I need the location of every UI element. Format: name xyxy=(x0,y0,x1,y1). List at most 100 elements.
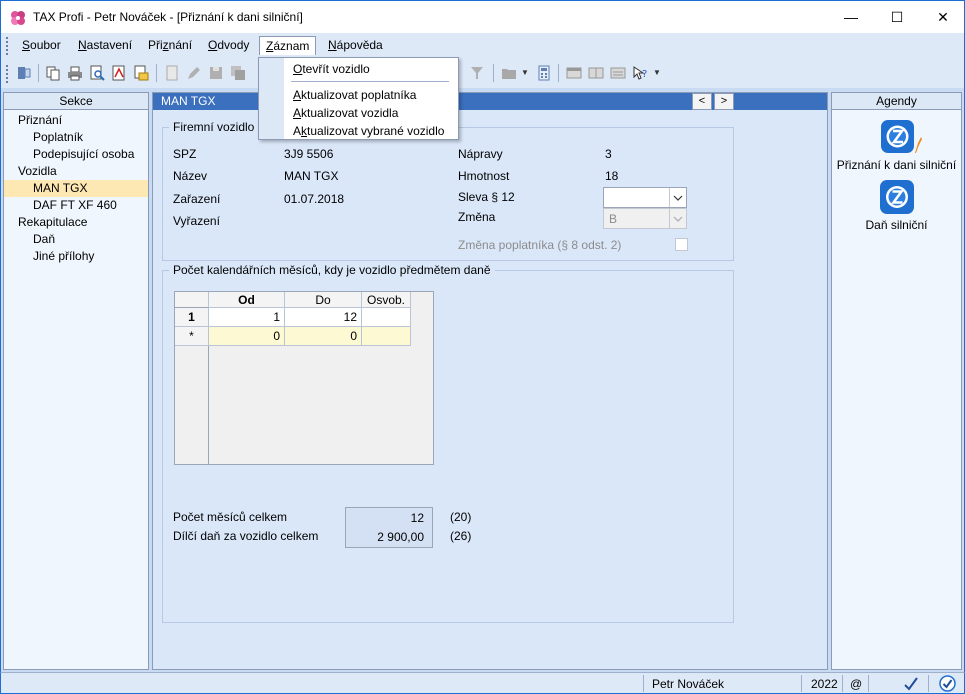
maximize-button[interactable]: ☐ xyxy=(874,1,920,33)
tax-total-ref: (26) xyxy=(450,529,472,543)
nazev-value: MAN TGX xyxy=(284,169,339,183)
help-icon[interactable]: ? xyxy=(632,65,648,81)
zaznam-dropdown-menu: Otevřít vozidlo Aktualizovat poplatníka … xyxy=(258,57,459,140)
statusbar-separator xyxy=(928,675,929,692)
agenda-label: Přiznání k dani silniční xyxy=(836,158,957,172)
window-list-icon[interactable] xyxy=(610,65,626,81)
menu-item-otevrit-vozidlo[interactable]: Otevřít vozidlo xyxy=(293,62,370,76)
zmena-poplatnika-checkbox[interactable] xyxy=(675,238,688,251)
spz-label: SPZ xyxy=(173,147,197,161)
print-preview-icon[interactable] xyxy=(89,65,105,81)
spz-value: 3J9 5506 xyxy=(284,147,334,161)
toolbar-grip-icon[interactable] xyxy=(6,65,9,83)
menu-bar: Soubor Nastavení Přiznání Odvody Záznam … xyxy=(0,33,965,58)
menu-priznani[interactable]: Přiznání xyxy=(142,36,198,55)
tree-item-podepisujici-osoba[interactable]: Podepisující osoba xyxy=(4,146,148,163)
sleva-combobox[interactable] xyxy=(603,187,687,208)
save-icon[interactable] xyxy=(208,65,224,81)
sleva-label: Sleva § 12 xyxy=(458,190,515,204)
months-total-value: 12 xyxy=(410,511,424,525)
document-title: MAN TGX xyxy=(161,94,216,108)
grid-new-row-index[interactable]: * xyxy=(175,327,209,346)
grid-header-od[interactable]: Od xyxy=(209,292,285,308)
calculator-icon[interactable] xyxy=(536,65,552,81)
edit-icon[interactable] xyxy=(186,65,202,81)
grid-cell-od[interactable]: 1 xyxy=(209,308,285,327)
zmena-label: Změna xyxy=(458,210,496,224)
grid-new-cell-od[interactable]: 0 xyxy=(209,327,285,346)
dropdown-separator xyxy=(291,81,449,82)
zmena-poplatnika-label: Změna poplatníka (§ 8 odst. 2) xyxy=(458,238,622,252)
window-layout-icon[interactable] xyxy=(566,65,582,81)
help-dropdown-icon[interactable]: ▼ xyxy=(653,68,661,77)
grid-row-index[interactable]: 1 xyxy=(175,308,209,327)
menu-item-aktualizovat-vozidla[interactable]: Aktualizovat vozidla xyxy=(293,106,398,120)
months-grid[interactable]: Od Do Osvob. 1 1 12 * 0 0 xyxy=(174,291,434,465)
save-all-icon[interactable] xyxy=(230,65,246,81)
tree-item-priznani[interactable]: Přiznání xyxy=(4,112,148,129)
tree-item-jine-prilohy[interactable]: Jiné přílohy xyxy=(4,248,148,265)
agenda-priznani-k-dani-silnicni[interactable]: Přiznání k dani silniční xyxy=(832,119,961,172)
folder-icon[interactable] xyxy=(501,65,517,81)
statusbar-separator xyxy=(842,675,843,692)
statusbar-separator xyxy=(643,675,644,692)
new-document-icon[interactable] xyxy=(164,65,180,81)
zmena-combobox: B xyxy=(603,208,687,229)
tree-item-poplatnik[interactable]: Poplatník xyxy=(4,129,148,146)
folder-dropdown-icon[interactable]: ▼ xyxy=(521,68,529,77)
email-pdf-icon[interactable] xyxy=(133,65,149,81)
menu-item-aktualizovat-vybrane-vozidlo[interactable]: Aktualizovat vybrané vozidlo xyxy=(293,124,444,138)
previous-record-button[interactable]: < xyxy=(692,93,712,110)
menu-item-aktualizovat-poplatnika[interactable]: Aktualizovat poplatníka xyxy=(293,88,416,102)
tree-item-man-tgx[interactable]: MAN TGX xyxy=(4,180,148,197)
tree-item-daf-ft-xf-460[interactable]: DAF FT XF 460 xyxy=(4,197,148,214)
menu-nastaveni[interactable]: Nastavení xyxy=(72,36,138,55)
tax-return-edit-icon xyxy=(879,119,922,155)
exit-icon[interactable] xyxy=(16,65,32,81)
menu-soubor[interactable]: Soubor xyxy=(16,36,67,55)
online-check-icon[interactable] xyxy=(939,675,956,692)
status-year: 2022 xyxy=(811,677,838,691)
next-record-button[interactable]: > xyxy=(714,93,734,110)
minimize-button[interactable]: — xyxy=(828,1,874,33)
window-title: TAX Profi - Petr Nováček - [Přiznání k d… xyxy=(33,10,303,24)
window-tile-icon[interactable] xyxy=(588,65,604,81)
tree-item-dan[interactable]: Daň xyxy=(4,231,148,248)
zarazeni-value: 01.07.2018 xyxy=(284,192,345,206)
tax-total-label: Dílčí daň za vozidlo celkem xyxy=(173,529,319,543)
close-button[interactable]: ✕ xyxy=(920,1,965,33)
agendas-panel: Agendy Přiznání k dani silniční Daň siln… xyxy=(831,92,962,670)
agenda-label: Daň silniční xyxy=(865,218,928,232)
nazev-label: Název xyxy=(173,169,208,183)
menubar-grip-icon[interactable] xyxy=(6,37,9,55)
copy-icon[interactable] xyxy=(45,65,61,81)
grid-new-cell-osvob[interactable] xyxy=(362,327,411,346)
filter-icon[interactable] xyxy=(469,65,485,81)
toolbar-separator xyxy=(493,64,494,82)
print-icon[interactable] xyxy=(67,65,83,81)
tax-profi-logo-icon xyxy=(11,11,25,25)
tree-item-rekapitulace[interactable]: Rekapitulace xyxy=(4,214,148,231)
hmotnost-label: Hmotnost xyxy=(458,169,510,183)
grid-new-cell-do[interactable]: 0 xyxy=(285,327,362,346)
grid-corner xyxy=(175,292,209,308)
menu-napoveda[interactable]: Nápověda xyxy=(322,36,389,55)
menu-zaznam[interactable]: Záznam xyxy=(259,36,317,55)
signature-check-icon[interactable] xyxy=(903,676,919,692)
statusbar-separator xyxy=(868,675,869,692)
months-total-label: Počet měsíců celkem xyxy=(173,510,288,524)
pdf-icon[interactable] xyxy=(111,65,127,81)
agenda-dan-silnicni[interactable]: Daň silniční xyxy=(832,179,961,232)
chevron-down-icon[interactable] xyxy=(669,188,686,207)
sections-panel: Sekce Přiznání Poplatník Podepisující os… xyxy=(3,92,149,670)
grid-header-osvob[interactable]: Osvob. xyxy=(362,292,411,308)
toolbar: ▼ ? ▼ xyxy=(0,58,965,88)
status-bar: Petr Nováček 2022 @ xyxy=(0,672,965,694)
grid-cell-osvob[interactable] xyxy=(362,308,411,327)
menu-odvody[interactable]: Odvody xyxy=(202,36,255,55)
months-total-ref: (20) xyxy=(450,510,472,524)
tree-item-vozidla[interactable]: Vozidla xyxy=(4,163,148,180)
grid-cell-do[interactable]: 12 xyxy=(285,308,362,327)
summary-box: 12 2 900,00 xyxy=(345,507,433,548)
grid-header-do[interactable]: Do xyxy=(285,292,362,308)
